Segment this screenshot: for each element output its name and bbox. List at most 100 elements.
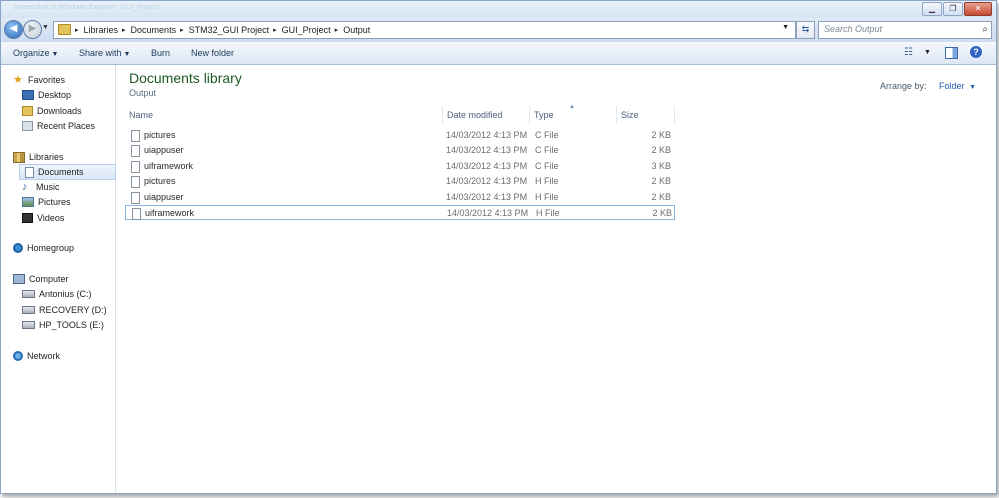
chevron-down-icon: ▼: [51, 51, 59, 58]
breadcrumb-gui-project[interactable]: GUI_Project: [282, 25, 331, 35]
nav-desktop[interactable]: Desktop: [22, 88, 71, 102]
nav-drive-e[interactable]: HP_TOOLS (E:): [22, 318, 104, 332]
nav-videos[interactable]: Videos: [22, 211, 64, 225]
change-view-icon[interactable]: ☷: [904, 47, 913, 58]
breadcrumb-separator[interactable]: ▸: [122, 26, 126, 34]
navigation-pane: ★ Favorites Desktop Downloads Recent Plac…: [1, 65, 116, 493]
back-button[interactable]: ◀: [4, 20, 23, 39]
share-with-label: Share with: [79, 48, 122, 58]
recent-pages-dropdown[interactable]: ▼: [42, 24, 49, 31]
libraries-icon: [13, 151, 25, 163]
nav-label: Downloads: [37, 106, 82, 116]
file-row[interactable]: uiappuser 14/03/2012 4:13 PM C File 2 KB: [125, 143, 675, 158]
file-date-modified: 14/03/2012 4:13 PM: [446, 145, 528, 156]
forward-button[interactable]: ▶: [23, 20, 42, 39]
file-size: 2 KB: [652, 207, 672, 218]
nav-computer[interactable]: Computer: [13, 272, 69, 286]
file-size: 2 KB: [651, 191, 671, 202]
organize-button[interactable]: Organize ▼: [13, 48, 58, 58]
address-dropdown-button[interactable]: ▼: [782, 24, 789, 31]
chevron-down-icon[interactable]: ▼: [969, 84, 976, 91]
breadcrumb-separator[interactable]: ▸: [75, 26, 79, 34]
refresh-button[interactable]: ⇆: [796, 21, 815, 39]
file-size: 2 KB: [651, 130, 671, 140]
breadcrumb-stm32-gui-project[interactable]: STM32_GUI Project: [189, 25, 270, 35]
breadcrumb-libraries[interactable]: Libraries: [84, 25, 119, 35]
file-icon: [131, 160, 140, 173]
nav-label: Videos: [37, 213, 65, 223]
search-input[interactable]: Search Output ⌕: [818, 21, 992, 39]
desktop-icon: [22, 90, 34, 100]
close-button[interactable]: ✕: [964, 2, 992, 16]
file-type: C File: [535, 130, 559, 140]
nav-favorites[interactable]: ★ Favorites: [13, 73, 65, 87]
window-title: Screenshot of Windows Explorer - GUI_Pro…: [13, 4, 159, 11]
new-folder-button[interactable]: New folder: [191, 48, 234, 58]
star-icon: ★: [13, 74, 23, 86]
share-with-button[interactable]: Share with ▼: [79, 48, 130, 58]
column-header-size[interactable]: Size: [617, 106, 675, 124]
network-icon: [13, 351, 23, 361]
homegroup-icon: [13, 243, 23, 253]
nav-drive-c[interactable]: Antonius (C:): [22, 287, 92, 301]
burn-button[interactable]: Burn: [151, 48, 170, 58]
file-row[interactable]: uiappuser 14/03/2012 4:13 PM H File 2 KB: [125, 190, 675, 205]
pictures-icon: [22, 197, 34, 207]
file-date-modified: 14/03/2012 4:13 PM: [446, 176, 528, 187]
nav-drive-d[interactable]: RECOVERY (D:): [22, 303, 107, 317]
file-type: H File: [535, 176, 559, 187]
file-icon: [131, 130, 140, 142]
nav-documents[interactable]: Documents: [19, 164, 116, 180]
preview-pane-icon[interactable]: [945, 47, 958, 59]
nav-network[interactable]: Network: [13, 349, 60, 363]
refresh-icon: ⇆: [801, 24, 810, 34]
folder-icon: [58, 24, 71, 35]
file-icon: [131, 145, 140, 158]
breadcrumb-separator[interactable]: ▸: [273, 26, 277, 34]
minimize-button[interactable]: ▁: [922, 2, 942, 16]
arrange-by-label: Arrange by:: [880, 81, 927, 91]
library-header: Documents library Output: [129, 70, 242, 98]
breadcrumb-output[interactable]: Output: [343, 25, 370, 35]
help-icon[interactable]: ?: [970, 46, 982, 58]
breadcrumb-separator[interactable]: ▸: [180, 26, 184, 34]
file-row[interactable]: pictures 14/03/2012 4:13 PM C File 2 KB: [125, 128, 675, 143]
nav-label: Network: [27, 351, 61, 361]
view-options-dropdown[interactable]: ▼: [924, 49, 931, 56]
arrange-by-dropdown[interactable]: Folder: [939, 81, 965, 91]
window-controls: ▁ ❐ ✕: [921, 2, 992, 16]
maximize-button[interactable]: ❐: [943, 2, 963, 16]
explorer-window: Screenshot of Windows Explorer - GUI_Pro…: [0, 0, 997, 494]
nav-downloads[interactable]: Downloads: [22, 104, 82, 118]
arrange-by: Arrange by: Folder ▼: [880, 81, 976, 91]
nav-recent-places[interactable]: Recent Places: [22, 119, 95, 133]
drive-icon: [22, 306, 35, 314]
search-icon[interactable]: ⌕: [982, 24, 988, 35]
nav-music[interactable]: ♪ Music: [22, 180, 60, 194]
drive-icon: [22, 321, 35, 329]
nav-libraries[interactable]: Libraries: [13, 150, 64, 164]
column-header-date-modified[interactable]: Date modified: [443, 106, 530, 124]
forward-arrow-icon: ▶: [28, 23, 37, 34]
column-header-type[interactable]: Type: [530, 106, 617, 124]
file-name: pictures: [144, 176, 176, 187]
column-header-name[interactable]: Name: [125, 106, 443, 124]
documents-icon: [25, 166, 34, 178]
file-icon: [132, 207, 141, 220]
file-size: 2 KB: [651, 145, 671, 156]
videos-icon: [22, 213, 33, 223]
file-list: pictures 14/03/2012 4:13 PM C File 2 KB …: [125, 128, 675, 221]
computer-icon: [13, 274, 25, 284]
library-subtitle: Output: [129, 88, 157, 98]
file-row[interactable]: uiframework 14/03/2012 4:13 PM C File 3 …: [125, 159, 675, 174]
nav-label: Favorites: [28, 75, 66, 85]
address-bar[interactable]: ▸ Libraries ▸ Documents ▸ STM32_GUI Proj…: [53, 21, 796, 39]
file-row[interactable]: pictures 14/03/2012 4:13 PM H File 2 KB: [125, 174, 675, 189]
nav-homegroup[interactable]: Homegroup: [13, 241, 74, 255]
music-icon: ♪: [22, 181, 28, 193]
nav-pictures[interactable]: Pictures: [22, 195, 71, 209]
file-row[interactable]: uiframework 14/03/2012 4:13 PM H File 2 …: [125, 204, 675, 221]
file-date-modified: 14/03/2012 4:13 PM: [446, 160, 528, 171]
breadcrumb-documents[interactable]: Documents: [131, 25, 177, 35]
breadcrumb-separator[interactable]: ▸: [335, 26, 339, 34]
